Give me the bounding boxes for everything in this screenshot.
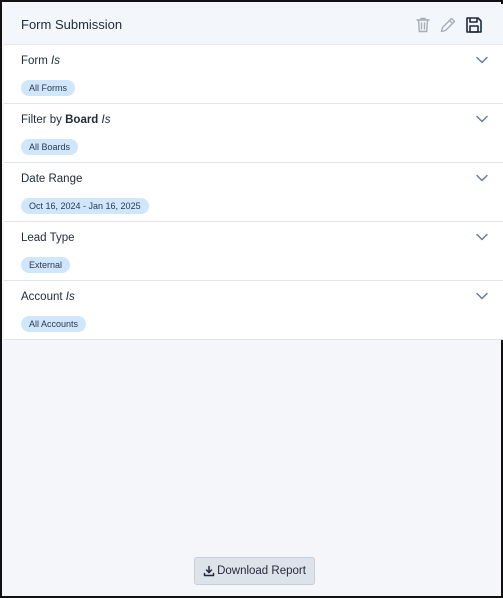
filter-chip[interactable]: External <box>21 257 71 273</box>
filter-lead-type[interactable]: Lead Type External <box>4 222 503 281</box>
report-panel: Form Submission Form Is All Forms Filter… <box>0 0 503 598</box>
filter-account[interactable]: Account Is All Accounts <box>4 281 503 340</box>
download-report-button[interactable]: Download Report <box>194 557 315 585</box>
filter-chip[interactable]: All Boards <box>21 139 79 155</box>
filter-label-qualifier: Is <box>101 114 111 126</box>
save-icon[interactable] <box>464 15 484 35</box>
download-report-label: Download Report <box>217 565 306 577</box>
filter-label: Form Is <box>21 55 60 67</box>
filter-chip[interactable]: All Accounts <box>21 316 87 332</box>
filter-label-text: Form <box>21 55 48 67</box>
trash-icon[interactable] <box>413 15 433 35</box>
filter-label: Filter by Board Is <box>21 114 111 126</box>
pencil-icon[interactable] <box>438 15 458 35</box>
filter-chip[interactable]: All Forms <box>21 80 75 96</box>
panel-header: Form Submission <box>4 4 503 45</box>
filter-label-text: Lead Type <box>21 232 75 244</box>
filter-label-strong: Board <box>65 114 99 126</box>
filter-chip[interactable]: Oct 16, 2024 - Jan 16, 2025 <box>21 198 149 214</box>
chevron-down-icon[interactable] <box>475 171 489 185</box>
filter-label: Lead Type <box>21 232 75 244</box>
download-icon <box>203 565 215 577</box>
filter-label: Account Is <box>21 291 75 303</box>
filter-board[interactable]: Filter by Board Is All Boards <box>4 104 503 163</box>
filter-label: Date Range <box>21 173 82 185</box>
filter-label-qualifier: Is <box>51 55 60 67</box>
filter-label-text: Filter by <box>21 114 62 126</box>
filter-date-range[interactable]: Date Range Oct 16, 2024 - Jan 16, 2025 <box>4 163 503 222</box>
filter-label-text: Date Range <box>21 173 83 185</box>
filter-label-qualifier: Is <box>65 291 75 303</box>
chevron-down-icon[interactable] <box>475 230 489 244</box>
chevron-down-icon[interactable] <box>475 112 489 126</box>
page-title: Form Submission <box>21 17 123 32</box>
chevron-down-icon[interactable] <box>475 53 489 67</box>
chevron-down-icon[interactable] <box>475 289 489 303</box>
filter-label-text: Account <box>21 291 63 303</box>
filter-form[interactable]: Form Is All Forms <box>4 45 503 104</box>
